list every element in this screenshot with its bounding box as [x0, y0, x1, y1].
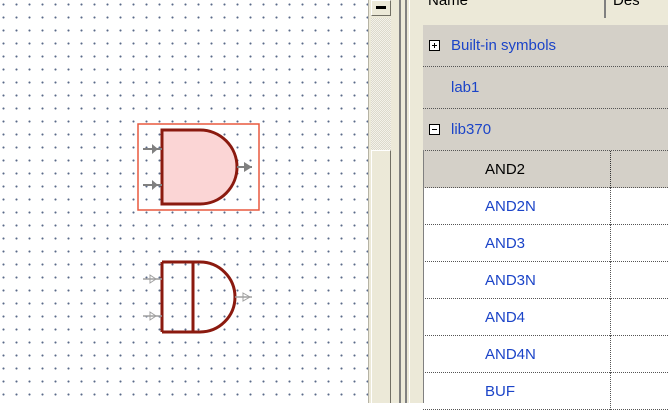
symbol-name: AND4N	[485, 346, 536, 363]
scrollbar-thumb[interactable]	[371, 150, 391, 403]
group-lib370[interactable]: lib370	[423, 109, 668, 151]
column-separator	[610, 299, 612, 336]
symbol-name: BUF	[485, 383, 515, 400]
list-item-and3n[interactable]: AND3N	[423, 262, 668, 299]
list-item-buf[interactable]: BUF	[423, 373, 668, 410]
symbol-library-panel: Name Des Built-in symbols lab1 lib370 AN…	[423, 0, 668, 410]
group-label: Built-in symbols	[451, 37, 557, 54]
splitter-line	[399, 0, 401, 403]
list-item-and4[interactable]: AND4	[423, 299, 668, 336]
list-item-and2n[interactable]: AND2N	[423, 188, 668, 225]
group-label: lib370	[451, 121, 492, 138]
symbol-name: AND3	[485, 235, 526, 252]
scroll-up-button[interactable]	[371, 0, 391, 16]
group-lab1[interactable]: lab1	[423, 67, 668, 109]
column-separator	[610, 188, 612, 225]
and-gate[interactable]	[143, 260, 252, 334]
list-left-border	[423, 150, 424, 403]
splitter-highlight	[409, 0, 410, 403]
expand-toggle-icon[interactable]	[429, 40, 440, 51]
symbol-name: AND3N	[485, 272, 536, 289]
collapse-toggle-icon[interactable]	[429, 124, 440, 135]
column-separator	[610, 373, 612, 410]
column-header-description[interactable]: Des	[609, 0, 668, 18]
symbol-name: AND2	[485, 161, 526, 178]
vertical-scrollbar[interactable]	[368, 0, 393, 403]
column-separator	[610, 225, 612, 262]
list-header: Name Des	[423, 0, 668, 22]
list-item-and4n[interactable]: AND4N	[423, 336, 668, 373]
schematic-drawing	[137, 123, 260, 334]
schematic-canvas[interactable]	[0, 0, 368, 403]
list-item-and3[interactable]: AND3	[423, 225, 668, 262]
group-built-in-symbols[interactable]: Built-in symbols	[423, 25, 668, 67]
symbol-name: AND4	[485, 309, 526, 326]
list-item-and2[interactable]: AND2	[423, 151, 668, 188]
pane-splitter[interactable]	[393, 0, 423, 403]
and-gate-selected[interactable]	[143, 128, 252, 206]
column-separator	[610, 336, 612, 373]
column-separator	[610, 262, 612, 299]
column-separator	[610, 151, 612, 188]
splitter-line	[405, 0, 407, 403]
group-label: lab1	[451, 79, 480, 96]
column-header-name[interactable]: Name	[423, 0, 606, 18]
symbol-name: AND2N	[485, 198, 536, 215]
